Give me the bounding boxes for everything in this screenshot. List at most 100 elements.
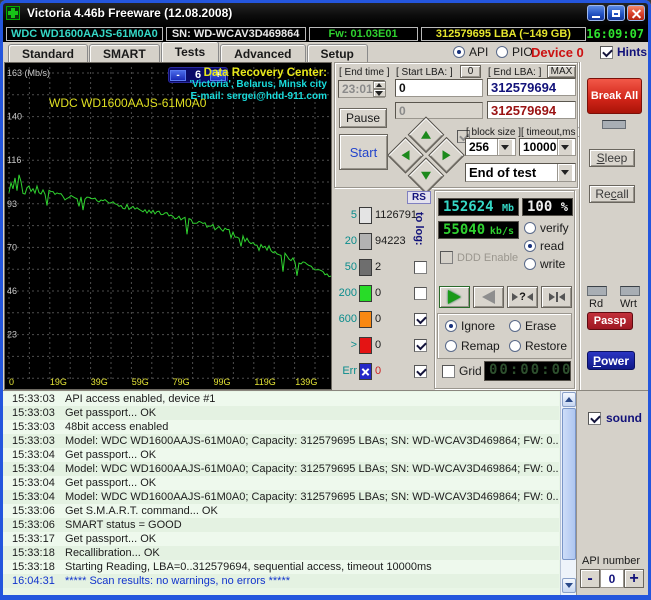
histogram-row: 200 0	[333, 280, 433, 306]
end-lba-readout: 312579694	[487, 101, 576, 119]
erase-radio[interactable]: Erase	[509, 319, 556, 333]
scroll-up-icon	[565, 397, 573, 402]
histogram-row: 20 94223	[333, 228, 433, 254]
wrt-label: Wrt	[620, 298, 637, 310]
tab-setup[interactable]: Setup	[306, 44, 368, 62]
scroll-up-button[interactable]	[562, 392, 576, 407]
graph-zoom-out-button[interactable]: -	[170, 69, 186, 81]
sleep-button[interactable]: Sleep	[589, 149, 635, 167]
api-number-spinner: - 0 +	[580, 569, 644, 588]
log-row: 16:04:31 ***** Scan results: no warnings,…	[3, 574, 559, 588]
scan-graph: 163 (Mb/s) 140 116 93 70 46 23 0 19G 39G 59G 79G 99G…	[4, 62, 332, 390]
api-number-value: 0	[600, 569, 624, 588]
pio-radio-dot[interactable]	[496, 46, 508, 58]
maximize-button[interactable]	[607, 5, 625, 21]
block-size-label: [ block size ]	[466, 127, 522, 138]
drive-serial: SN: WD-WCAV3D469864	[165, 27, 306, 41]
log-timestamp: 15:33:06	[12, 505, 55, 517]
log-message: Get passport... OK	[65, 477, 157, 489]
power-button[interactable]: Power	[587, 351, 635, 370]
log-timestamp: 15:33:03	[12, 407, 55, 419]
to-log-checkbox[interactable]	[414, 312, 427, 326]
arrow-up-icon	[421, 130, 431, 139]
timeout-dropdown-icon[interactable]	[557, 139, 572, 155]
titlebar: Victoria 4.46b Freeware (12.08.2008)	[0, 0, 651, 26]
restore-radio[interactable]: Restore	[509, 339, 567, 353]
sound-checkbox[interactable]: sound	[588, 411, 642, 425]
start-lba-readout: 0	[395, 102, 483, 119]
histogram-row: 5 1126791	[333, 202, 433, 228]
hints-checkbox[interactable]: Hints	[600, 45, 647, 59]
bottom-right-panel: sound API number - 0 +	[578, 391, 648, 595]
log-row: 15:33:04 Model: WDC WD1600AAJS-61M0A0; Ca…	[3, 462, 559, 476]
timer-lcd: 00:00:00	[484, 361, 571, 381]
log-message: Get passport... OK	[65, 449, 157, 461]
api-number-plus-button[interactable]: +	[624, 569, 644, 588]
x-tick-label: 119G	[254, 377, 275, 387]
drive-capacity: 312579695 LBA (~149 GB)	[420, 27, 587, 41]
log-scrollbar[interactable]	[560, 391, 576, 595]
to-log-checkbox[interactable]	[414, 364, 427, 378]
end-lba-max-button[interactable]: MAX	[547, 65, 576, 78]
log-message: Model: WDC WD1600AAJS-61M0A0; Capacity: …	[65, 491, 559, 503]
to-log-checkbox[interactable]	[414, 286, 427, 300]
start-lba-zero-button[interactable]: 0	[460, 65, 481, 78]
x-tick-label: 19G	[50, 377, 67, 387]
scroll-down-button[interactable]	[562, 578, 576, 593]
promo-line1: Data Recovery Center:	[203, 67, 327, 79]
ignore-radio[interactable]: Ignore	[445, 319, 495, 333]
to-log-checkbox[interactable]	[414, 338, 427, 352]
log-timestamp: 15:33:04	[12, 491, 55, 503]
pause-button[interactable]: Pause	[339, 108, 387, 128]
log-message: Get passport... OK	[65, 533, 157, 545]
pio-radio[interactable]: PIO	[496, 45, 533, 59]
read-radio[interactable]: read	[524, 239, 564, 253]
step-button[interactable]	[541, 286, 572, 308]
tab-tests[interactable]: Tests	[160, 41, 220, 62]
write-radio[interactable]: write	[524, 257, 565, 271]
question-icon: ?	[519, 291, 526, 303]
block-size-select[interactable]: 256	[465, 138, 516, 156]
start-button[interactable]: Start	[339, 134, 388, 170]
tab-standard[interactable]: Standard	[8, 44, 89, 62]
latency-histogram: RS to log: 5 1126791 20 94223 50 2 200 0 600 0 >0 E…	[333, 190, 433, 390]
end-lba-input[interactable]: 312579694	[487, 78, 576, 96]
grid-checkbox[interactable]: Grid	[442, 364, 482, 378]
timeout-select[interactable]: 10000	[519, 138, 576, 156]
tab-smart[interactable]: SMART	[89, 44, 160, 62]
window-title: Victoria 4.46b Freeware (12.08.2008)	[27, 6, 233, 20]
scrollbar-thumb[interactable]	[562, 408, 576, 560]
api-number-label: API number	[582, 555, 641, 567]
close-button[interactable]	[627, 5, 645, 21]
log-row: 15:33:03 48bit access enabled	[3, 420, 559, 434]
hints-checkbox-box[interactable]	[600, 45, 613, 59]
arrow-down-icon	[421, 171, 431, 180]
api-radio-dot[interactable]	[453, 46, 465, 58]
tab-advanced[interactable]: Advanced	[220, 44, 306, 62]
end-time-spinner[interactable]: 23:01	[338, 80, 386, 98]
end-action-select[interactable]: End of test	[465, 163, 576, 182]
verify-radio[interactable]: verify	[524, 221, 569, 235]
read-speed-chart: 163 (Mb/s) 140 116 93 70 46 23 0 19G 39G 59G 79G 99G…	[7, 67, 332, 387]
remap-radio[interactable]: Remap	[445, 339, 500, 353]
break-all-button[interactable]: Break All	[587, 78, 642, 114]
end-time-spin-buttons[interactable]	[372, 81, 386, 97]
play-button[interactable]	[439, 286, 470, 308]
recall-button[interactable]: Recall	[589, 185, 635, 203]
api-radio[interactable]: API	[453, 45, 488, 59]
log-timestamp: 15:33:04	[12, 463, 55, 475]
ddd-enable-checkbox[interactable]: DDD Enable	[440, 251, 518, 264]
block-size-dropdown-icon[interactable]	[497, 139, 512, 155]
timeout-label: [ timeout,ms ]	[521, 127, 582, 138]
start-lba-input[interactable]: 0	[395, 79, 483, 97]
play-icon	[448, 290, 461, 304]
histogram-count: 0	[375, 339, 382, 351]
minimize-button[interactable]	[587, 5, 605, 21]
to-log-checkbox[interactable]	[414, 260, 427, 274]
end-action-dropdown-icon[interactable]	[557, 164, 572, 181]
log-timestamp: 15:33:04	[12, 449, 55, 461]
passport-button[interactable]: Passp	[587, 312, 633, 330]
seek-test-button[interactable]: ?	[507, 286, 538, 308]
rewind-button[interactable]	[473, 286, 504, 308]
api-number-minus-button[interactable]: -	[580, 569, 600, 588]
